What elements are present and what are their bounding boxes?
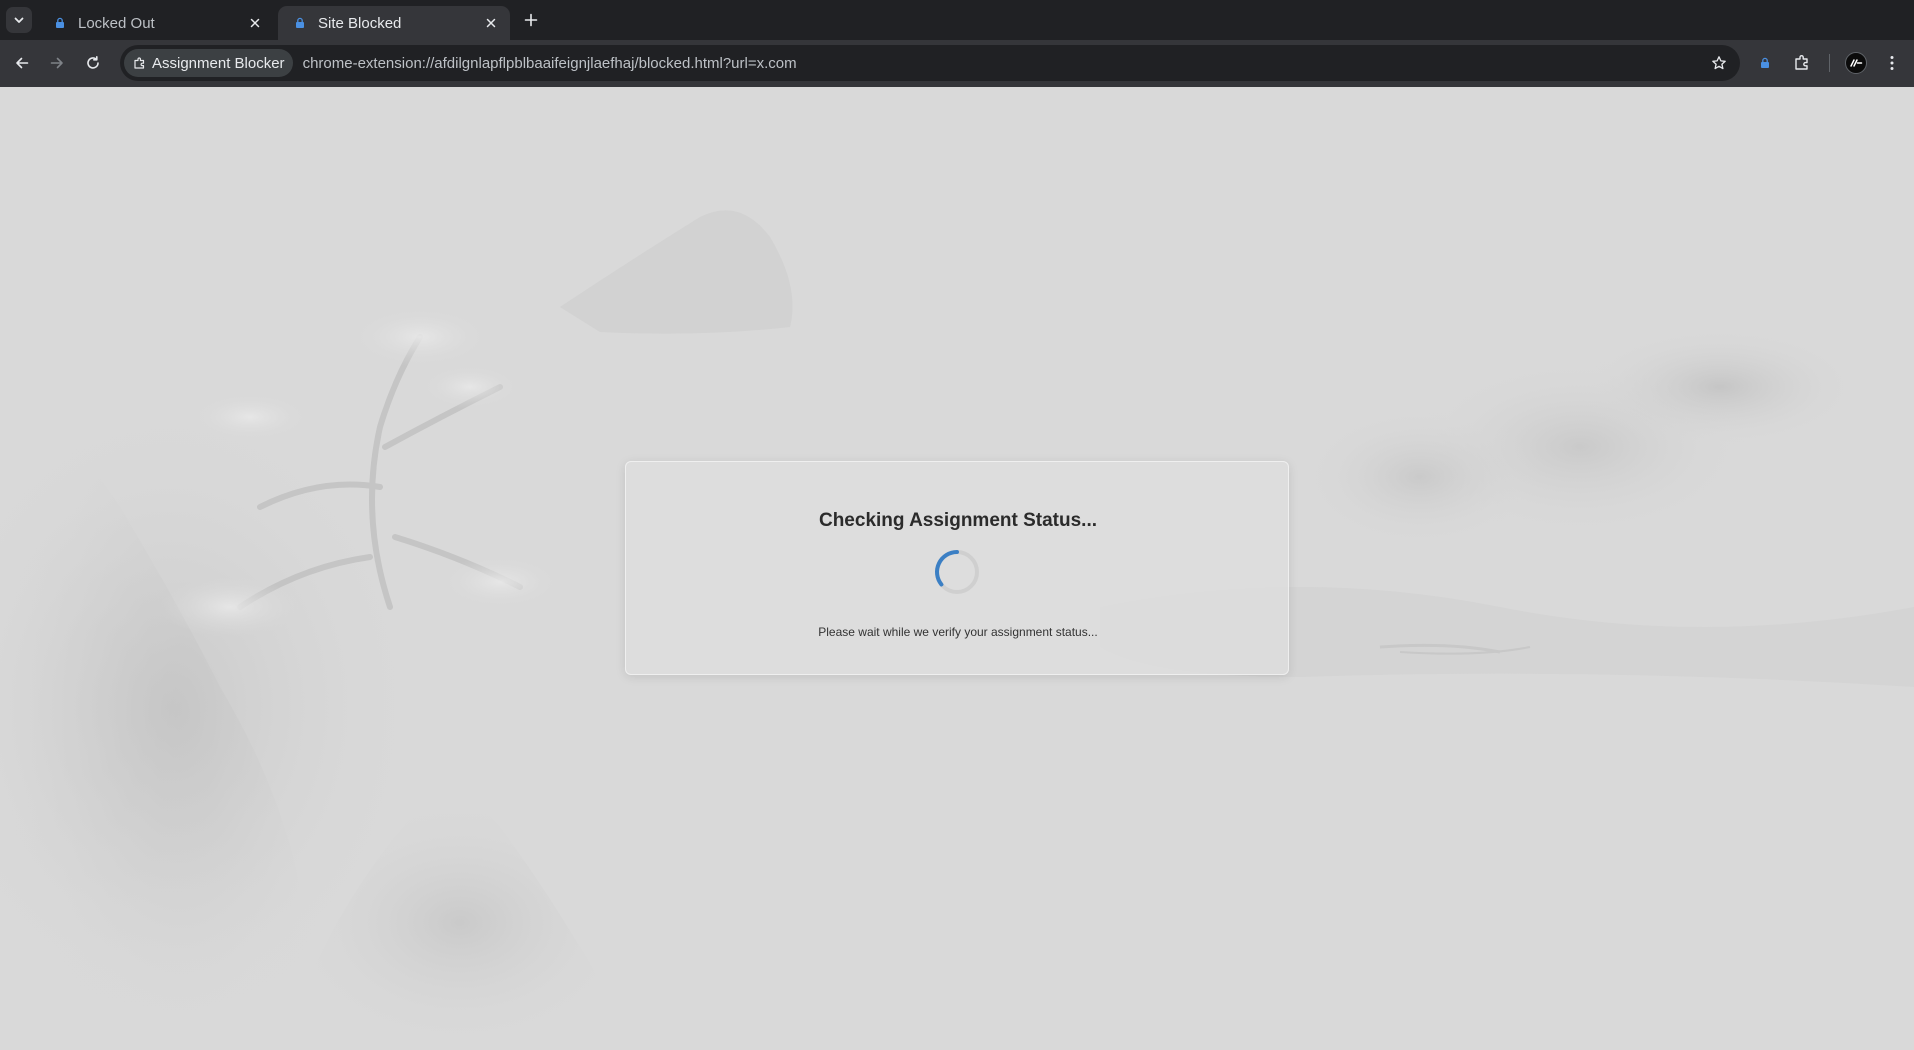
site-info-chip[interactable]: Assignment Blocker — [124, 49, 293, 77]
arrow-right-icon — [50, 57, 63, 69]
bookmark-star-icon[interactable] — [1710, 54, 1728, 72]
tab-search-button[interactable] — [6, 7, 32, 33]
close-icon[interactable] — [246, 14, 264, 32]
lock-icon — [52, 15, 68, 31]
more-menu-icon[interactable] — [1881, 52, 1903, 74]
forward-button[interactable] — [44, 50, 70, 76]
tab-locked-out[interactable]: Locked Out — [38, 6, 274, 40]
lock-extension-icon[interactable] — [1754, 52, 1776, 74]
site-chip-label: Assignment Blocker — [152, 54, 285, 72]
extensions-puzzle-icon[interactable] — [1791, 52, 1813, 74]
tab-title: Site Blocked — [318, 14, 402, 32]
tab-strip: Locked Out Site Blocked — [0, 0, 1914, 40]
card-message: Please wait while we verify your assignm… — [818, 625, 1098, 639]
chevron-down-icon — [14, 17, 24, 23]
loading-spinner-icon — [935, 550, 979, 594]
card-title: Checking Assignment Status... — [818, 510, 1097, 531]
close-icon[interactable] — [482, 14, 500, 32]
tab-site-blocked[interactable]: Site Blocked — [278, 6, 510, 40]
arrow-left-icon — [16, 57, 29, 69]
extension-puzzle-icon — [132, 56, 146, 70]
status-card: Checking Assignment Status... Please wai… — [625, 461, 1289, 675]
back-button[interactable] — [9, 50, 35, 76]
url-text[interactable]: chrome-extension://afdilgnlapflpblbaaife… — [303, 55, 797, 72]
profile-logo-icon — [1850, 59, 1863, 67]
page-content: Checking Assignment Status... Please wai… — [0, 87, 1914, 1050]
address-bar[interactable]: Assignment Blocker chrome-extension://af… — [120, 45, 1740, 81]
reload-icon — [87, 56, 99, 69]
tab-title: Locked Out — [78, 14, 155, 32]
profile-avatar[interactable] — [1845, 52, 1867, 74]
new-tab-button[interactable] — [519, 8, 543, 32]
browser-toolbar: Assignment Blocker chrome-extension://af… — [0, 40, 1914, 87]
reload-button[interactable] — [80, 50, 106, 76]
lock-icon — [292, 15, 308, 31]
plus-icon — [524, 13, 538, 27]
toolbar-divider — [1829, 54, 1830, 72]
